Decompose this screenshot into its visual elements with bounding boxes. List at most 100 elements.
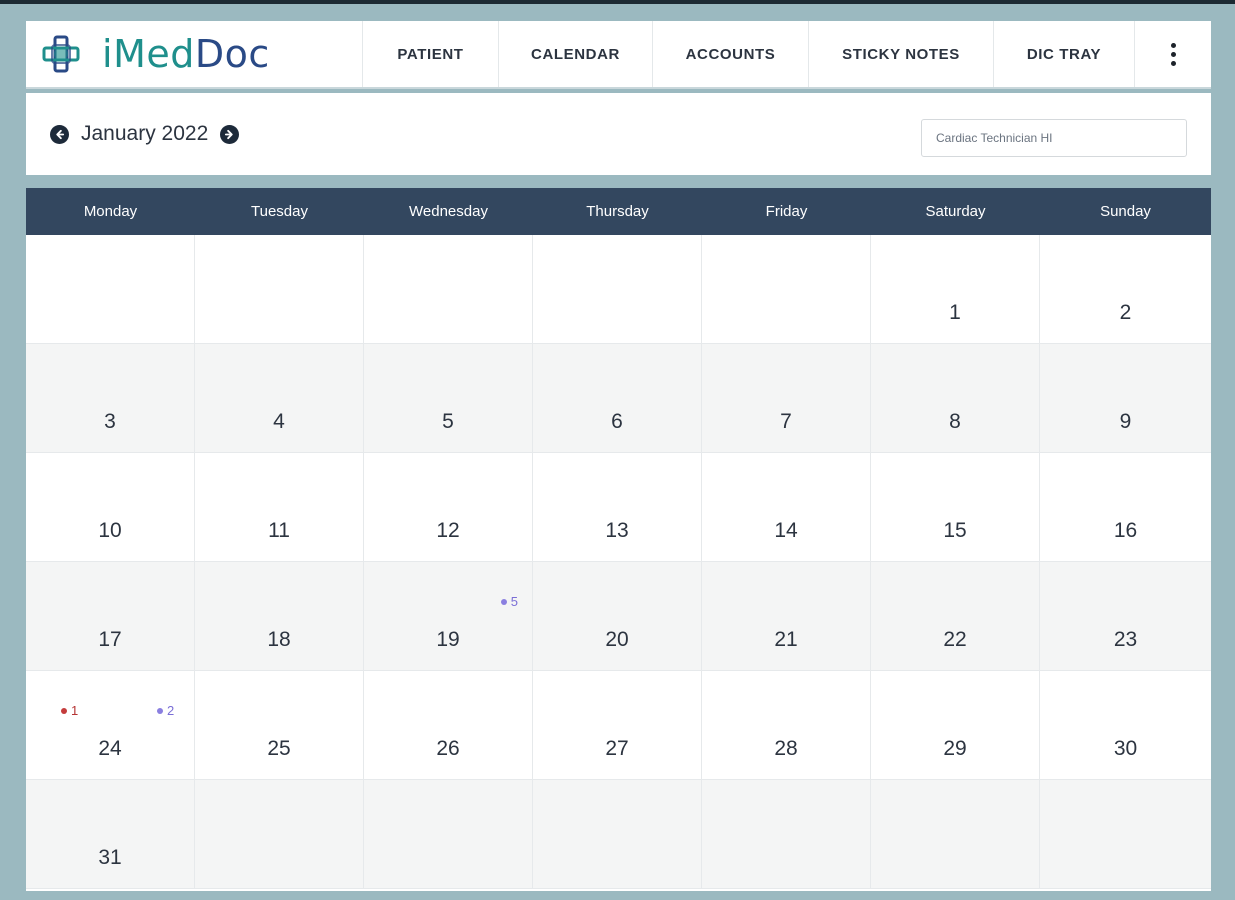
day-cell[interactable] — [702, 780, 871, 889]
day-number: 13 — [605, 519, 629, 542]
weekday-label: Friday — [765, 203, 808, 220]
day-cell[interactable]: 8 — [871, 344, 1040, 453]
day-number: 11 — [268, 519, 290, 542]
event-dot-icon — [61, 707, 67, 714]
nav-calendar[interactable]: CALENDAR — [499, 21, 653, 87]
day-cell[interactable]: 17 — [26, 562, 195, 671]
event-count-badge[interactable]: 1 — [61, 703, 78, 718]
day-number: 15 — [943, 519, 967, 542]
day-cell[interactable]: 11 — [195, 453, 364, 562]
day-number: 17 — [98, 628, 122, 651]
previous-month-icon[interactable] — [50, 124, 69, 144]
day-cell[interactable] — [533, 780, 702, 889]
nav-patient[interactable]: PATIENT — [363, 21, 499, 87]
day-cell[interactable]: 18 — [195, 562, 364, 671]
day-number: 10 — [98, 519, 122, 542]
nav-accounts[interactable]: ACCOUNTS — [653, 21, 809, 87]
day-cell[interactable]: 13 — [533, 453, 702, 562]
month-calendar: Monday Tuesday Wednesday Thursday Friday… — [26, 188, 1211, 891]
day-cell[interactable]: 25 — [195, 671, 364, 780]
day-cell[interactable]: 30 — [1040, 671, 1211, 780]
day-cell[interactable]: 5 — [364, 344, 533, 453]
day-number: 7 — [780, 410, 792, 433]
calendar-toolbar: January 2022 Cardiac Technician HI — [26, 93, 1211, 175]
role-select[interactable]: Cardiac Technician HI — [921, 119, 1187, 157]
day-cell[interactable]: 28 — [702, 671, 871, 780]
day-cell[interactable]: 31 — [26, 780, 195, 889]
day-cell[interactable] — [364, 235, 533, 344]
main-nav: PATIENT CALENDAR ACCOUNTS STICKY NOTES D… — [363, 21, 1211, 87]
day-cell[interactable]: 4 — [195, 344, 364, 453]
day-number: 12 — [436, 519, 460, 542]
day-number: 31 — [98, 846, 122, 869]
day-cell[interactable]: 12 — [364, 453, 533, 562]
imeddoc-logo-icon — [42, 35, 80, 73]
day-cell[interactable]: 14 — [702, 453, 871, 562]
event-count: 5 — [510, 594, 518, 609]
month-navigation: January 2022 — [50, 122, 240, 146]
next-month-icon[interactable] — [220, 124, 240, 144]
weekday-label: Monday — [83, 203, 138, 220]
day-cell[interactable] — [26, 235, 195, 344]
day-cell[interactable]: 19 5 — [364, 562, 533, 671]
weekday-label: Sunday — [1100, 203, 1151, 220]
day-number: 30 — [1113, 737, 1138, 760]
day-number: 20 — [605, 628, 629, 651]
day-number: 3 — [104, 410, 116, 433]
day-cell[interactable]: 10 — [26, 453, 195, 562]
day-number: 23 — [1113, 628, 1138, 651]
day-cell[interactable] — [702, 235, 871, 344]
day-number: 4 — [273, 410, 285, 433]
day-cell[interactable] — [871, 780, 1040, 889]
day-cell[interactable]: 26 — [364, 671, 533, 780]
day-cell[interactable]: 21 — [702, 562, 871, 671]
day-cell[interactable]: 27 — [533, 671, 702, 780]
event-count: 2 — [167, 703, 175, 718]
nav-dic-tray[interactable]: DIC TRAY — [994, 21, 1135, 87]
day-cell[interactable]: 23 — [1040, 562, 1211, 671]
day-cell[interactable]: 16 — [1040, 453, 1211, 562]
day-number: 27 — [605, 737, 629, 760]
day-cell[interactable]: 6 — [533, 344, 702, 453]
day-number: 16 — [1113, 519, 1138, 542]
day-cell[interactable] — [533, 235, 702, 344]
day-cell[interactable] — [195, 780, 364, 889]
day-number: 14 — [774, 519, 798, 542]
day-cell[interactable] — [1040, 780, 1211, 889]
day-cell[interactable] — [364, 780, 533, 889]
weekday-label: Saturday — [925, 203, 986, 220]
event-count-badge[interactable]: 2 — [157, 703, 174, 718]
day-cell[interactable]: 2 — [1040, 235, 1211, 344]
weekday-header: Monday Tuesday Wednesday Thursday Friday… — [26, 188, 1211, 235]
day-cell[interactable]: 20 — [533, 562, 702, 671]
event-count: 1 — [71, 703, 79, 718]
day-cell[interactable]: 15 — [871, 453, 1040, 562]
calendar-grid: 1 2 3 4 5 6 7 8 9 10 11 12 13 14 15 16 17 18 19 5 20 21 22 23 24… — [26, 235, 1211, 889]
day-number: 5 — [442, 410, 454, 433]
day-cell[interactable]: 3 — [26, 344, 195, 453]
event-count-badge[interactable]: 5 — [500, 594, 518, 609]
day-number: 18 — [267, 628, 291, 651]
day-cell[interactable] — [195, 235, 364, 344]
event-dot-icon — [500, 598, 507, 605]
day-cell[interactable]: 1 — [871, 235, 1040, 344]
day-number: 21 — [774, 628, 798, 651]
day-number: 25 — [267, 737, 291, 760]
app-header: iMedDoc PATIENT CALENDAR ACCOUNTS STICKY… — [26, 21, 1211, 89]
weekday-label: Tuesday — [251, 203, 308, 220]
day-cell[interactable]: 9 — [1040, 344, 1211, 453]
weekday-label: Thursday — [586, 203, 649, 220]
day-number: 24 — [98, 737, 122, 760]
more-menu-icon[interactable] — [1135, 21, 1211, 87]
day-cell[interactable]: 24 1 2 — [26, 671, 195, 780]
event-dot-icon — [157, 707, 163, 714]
brand[interactable]: iMedDoc — [26, 21, 363, 87]
day-number: 19 — [436, 628, 460, 651]
day-number: 9 — [1119, 410, 1132, 433]
nav-sticky-notes[interactable]: STICKY NOTES — [809, 21, 994, 87]
day-number: 26 — [436, 737, 460, 760]
day-cell[interactable]: 29 — [871, 671, 1040, 780]
day-cell[interactable]: 7 — [702, 344, 871, 453]
day-number: 29 — [943, 737, 967, 760]
day-cell[interactable]: 22 — [871, 562, 1040, 671]
